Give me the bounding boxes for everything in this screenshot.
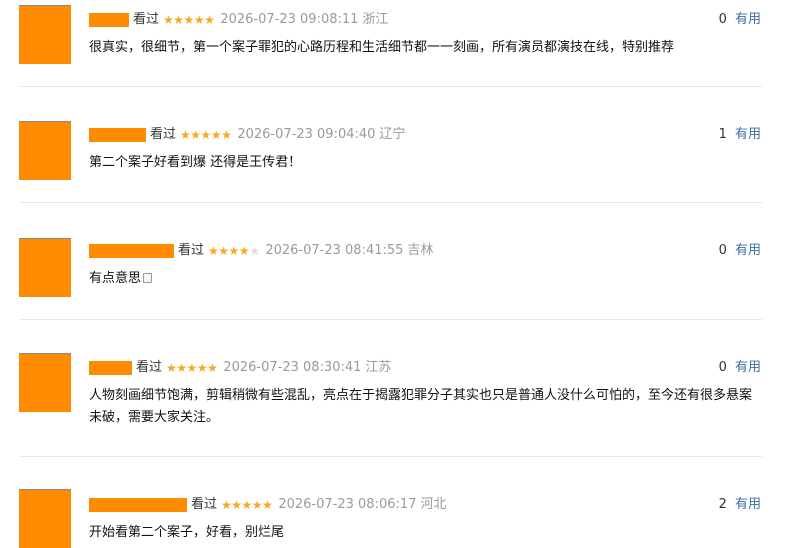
star-filled-icon: ★ [210, 128, 222, 142]
star-filled-icon: ★ [207, 361, 218, 375]
watched-label: 看过 [136, 360, 163, 375]
emoji-icon [143, 273, 153, 283]
divider [19, 202, 762, 203]
useful-count: 2 [718, 497, 727, 512]
useful-button[interactable]: 有用 [735, 12, 761, 27]
star-filled-icon: ★ [200, 128, 212, 142]
comment-meta: 看过 ★★★★★ 2026-07-23 09:04:40 辽宁 [89, 126, 405, 144]
star-filled-icon: ★ [196, 361, 208, 375]
rating-stars: ★★★★★ [163, 11, 215, 29]
watched-label: 看过 [133, 12, 160, 27]
avatar[interactable] [19, 353, 71, 412]
comment-meta: 看过 ★★★★★ 2026-07-23 08:41:55 吉林 [89, 242, 433, 260]
star-filled-icon: ★ [221, 128, 232, 142]
comment-text: 很真实，很细节，第一个案子罪犯的心路历程和生活细节都一一刻画，所有演员都演技在线… [89, 37, 769, 59]
rating-stars: ★★★★★ [221, 496, 273, 514]
comment-region: 江苏 [365, 360, 392, 375]
avatar[interactable] [19, 5, 71, 64]
star-filled-icon: ★ [204, 13, 215, 27]
comment-text: 开始看第二个案子，好看，别烂尾 [89, 522, 769, 544]
star-filled-icon: ★ [186, 361, 198, 375]
comment-text: 有点意思 [89, 268, 769, 290]
comment-time: 2026-07-23 08:41:55 [265, 243, 404, 258]
rating-stars: ★★★★★ [180, 126, 232, 144]
star-filled-icon: ★ [228, 244, 240, 258]
star-filled-icon: ★ [180, 128, 191, 142]
comment-text-content: 人物刻画细节饱满，剪辑稍微有些混乱，亮点在于揭露犯罪分子其实也只是普通人没什么可… [89, 388, 753, 425]
comment-text-content: 很真实，很细节，第一个案子罪犯的心路历程和生活细节都一一刻画，所有演员都演技在线… [89, 40, 675, 55]
useful-count: 0 [718, 12, 727, 27]
comment-meta: 看过 ★★★★★ 2026-07-23 08:30:41 江苏 [89, 359, 391, 377]
comment-text-content: 第二个案子好看到爆 还得是王传君！ [89, 155, 302, 170]
useful-button[interactable]: 有用 [735, 127, 761, 142]
useful-vote[interactable]: 0 有用 [719, 359, 761, 377]
comment-region: 浙江 [362, 12, 389, 27]
useful-vote[interactable]: 0 有用 [719, 242, 761, 260]
comment-meta: 看过 ★★★★★ 2026-07-23 09:08:11 浙江 [89, 11, 388, 29]
watched-label: 看过 [178, 243, 205, 258]
rating-stars: ★★★★★ [208, 242, 260, 260]
comment-region: 河北 [420, 497, 447, 512]
useful-count: 1 [718, 127, 727, 142]
useful-vote[interactable]: 1 有用 [719, 126, 761, 144]
avatar[interactable] [19, 238, 71, 297]
comment-time: 2026-07-23 09:04:40 [237, 127, 376, 142]
comment-time: 2026-07-23 09:08:11 [220, 12, 359, 27]
star-filled-icon: ★ [166, 361, 177, 375]
useful-vote[interactable]: 2 有用 [719, 496, 761, 514]
comment-time: 2026-07-23 08:30:41 [223, 360, 362, 375]
rating-stars: ★★★★★ [166, 359, 218, 377]
comment-meta: 看过 ★★★★★ 2026-07-23 08:06:17 河北 [89, 496, 446, 514]
comment-text: 第二个案子好看到爆 还得是王传君！ [89, 152, 769, 174]
username-redacted[interactable] [89, 361, 132, 375]
star-filled-icon: ★ [173, 13, 184, 27]
star-filled-icon: ★ [208, 244, 219, 258]
star-filled-icon: ★ [193, 13, 205, 27]
watched-label: 看过 [150, 127, 177, 142]
star-filled-icon: ★ [262, 498, 273, 512]
divider [19, 86, 762, 87]
avatar[interactable] [19, 489, 71, 548]
star-filled-icon: ★ [241, 498, 253, 512]
divider [19, 456, 762, 457]
useful-count: 0 [718, 360, 727, 375]
star-filled-icon: ★ [176, 361, 187, 375]
star-filled-icon: ★ [238, 244, 250, 258]
divider [19, 319, 762, 320]
useful-button[interactable]: 有用 [735, 360, 761, 375]
star-filled-icon: ★ [183, 13, 195, 27]
useful-count: 0 [718, 243, 727, 258]
comment-region: 吉林 [407, 243, 434, 258]
useful-button[interactable]: 有用 [735, 243, 761, 258]
star-filled-icon: ★ [251, 498, 263, 512]
watched-label: 看过 [191, 497, 218, 512]
username-redacted[interactable] [89, 13, 129, 27]
star-filled-icon: ★ [221, 498, 232, 512]
star-empty-icon: ★ [249, 244, 260, 258]
star-filled-icon: ★ [218, 244, 229, 258]
comment-text-content: 有点意思 [89, 271, 142, 286]
username-redacted[interactable] [89, 244, 174, 258]
comment-time: 2026-07-23 08:06:17 [278, 497, 417, 512]
username-redacted[interactable] [89, 128, 146, 142]
star-filled-icon: ★ [163, 13, 174, 27]
avatar[interactable] [19, 121, 71, 180]
comment-text: 人物刻画细节饱满，剪辑稍微有些混乱，亮点在于揭露犯罪分子其实也只是普通人没什么可… [89, 385, 764, 429]
star-filled-icon: ★ [231, 498, 242, 512]
star-filled-icon: ★ [190, 128, 201, 142]
useful-vote[interactable]: 0 有用 [719, 11, 761, 29]
useful-button[interactable]: 有用 [735, 497, 761, 512]
comment-text-content: 开始看第二个案子，好看，别烂尾 [89, 525, 285, 540]
comment-region: 辽宁 [379, 127, 406, 142]
username-redacted[interactable] [89, 498, 187, 512]
